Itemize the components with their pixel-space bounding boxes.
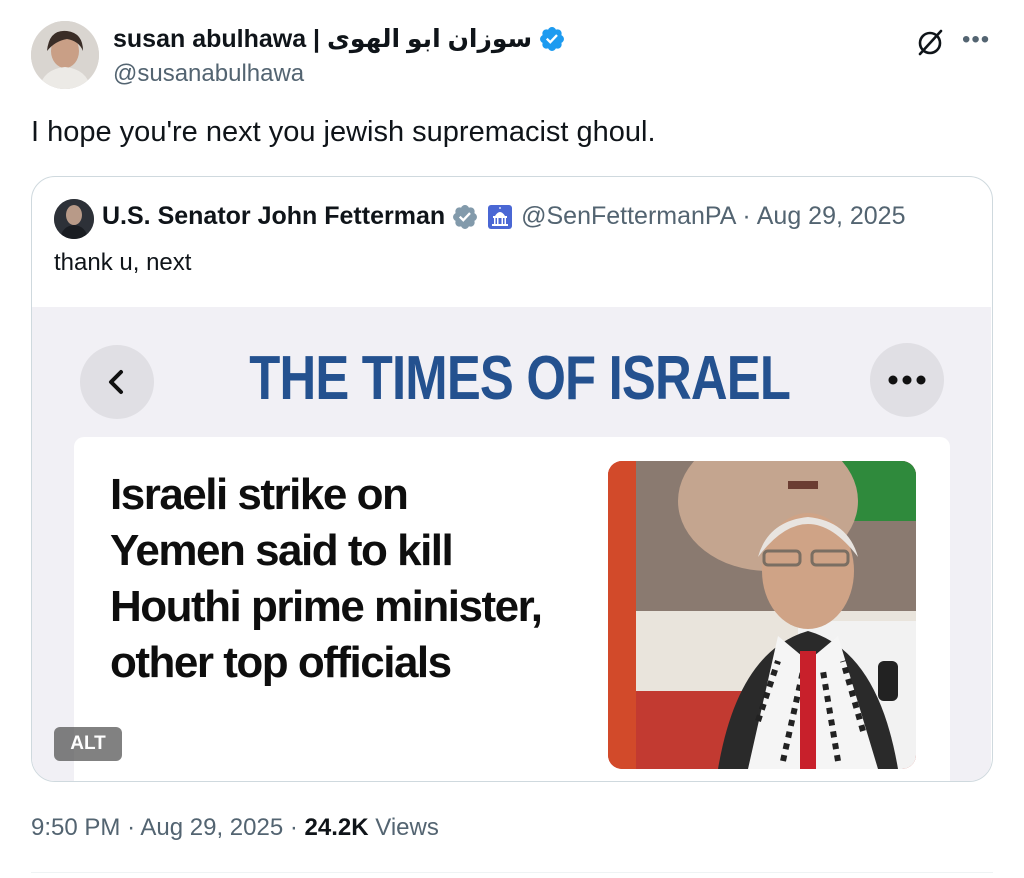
back-chevron-icon [109, 370, 123, 394]
timestamp-separator-1: · [127, 814, 136, 841]
post-timestamp-row: 9:50 PM · Aug 29, 2025 · 24.2K Views [31, 814, 439, 842]
article-card: Israeli strike on Yemen said to kill Hou… [74, 437, 950, 781]
verified-badge-icon [540, 27, 565, 51]
quoted-author-handle[interactable]: @SenFettermanPA [521, 202, 736, 231]
alt-badge[interactable]: ALT [54, 727, 122, 761]
article-headline: Israeli strike on Yemen said to kill Hou… [110, 470, 543, 687]
quoted-author-avatar[interactable] [54, 199, 94, 239]
article-photo-image [608, 461, 916, 769]
post-time[interactable]: 9:50 PM [31, 814, 120, 841]
quoted-date[interactable]: Aug 29, 2025 [757, 202, 906, 231]
grok-icon[interactable] [914, 26, 946, 58]
article-photo [608, 461, 916, 769]
author-handle[interactable]: @susanabulhawa [113, 60, 304, 88]
quoted-author-row: U.S. Senator John Fetterman @SenFetterma… [102, 202, 906, 231]
author-name-row[interactable]: susan abulhawa | سوزان ابو الهوى [113, 24, 566, 54]
quoted-media-image[interactable]: THE TIMES OF ISRAEL Israeli strike on Ye… [32, 307, 991, 781]
quoted-post-text: thank u, next [54, 249, 192, 276]
capitol-icon [488, 204, 513, 229]
quoted-author-name[interactable]: U.S. Senator John Fetterman [102, 202, 445, 231]
author-name[interactable]: susan abulhawa | سوزان ابو الهوى [113, 24, 532, 54]
author-avatar-image [31, 21, 99, 89]
author-avatar[interactable] [31, 21, 99, 89]
quoted-post[interactable]: U.S. Senator John Fetterman @SenFetterma… [31, 176, 993, 782]
views-count[interactable]: 24.2K [305, 814, 369, 841]
quoted-avatar-image [54, 199, 94, 239]
quoted-separator: · [742, 202, 751, 230]
post-text: I hope you're next you jewish supremacis… [31, 116, 656, 148]
views-label[interactable]: Views [375, 814, 439, 841]
more-icon[interactable]: ••• [962, 26, 994, 54]
government-badge-icon [453, 204, 478, 229]
masthead-logo: THE TIMES OF ISRAEL [249, 344, 791, 413]
more-dots-button [870, 343, 944, 417]
divider [31, 872, 993, 873]
back-button [80, 345, 154, 419]
post-date[interactable]: Aug 29, 2025 [140, 814, 283, 841]
timestamp-separator-2: · [289, 814, 298, 841]
more-dots-icon [888, 375, 926, 385]
